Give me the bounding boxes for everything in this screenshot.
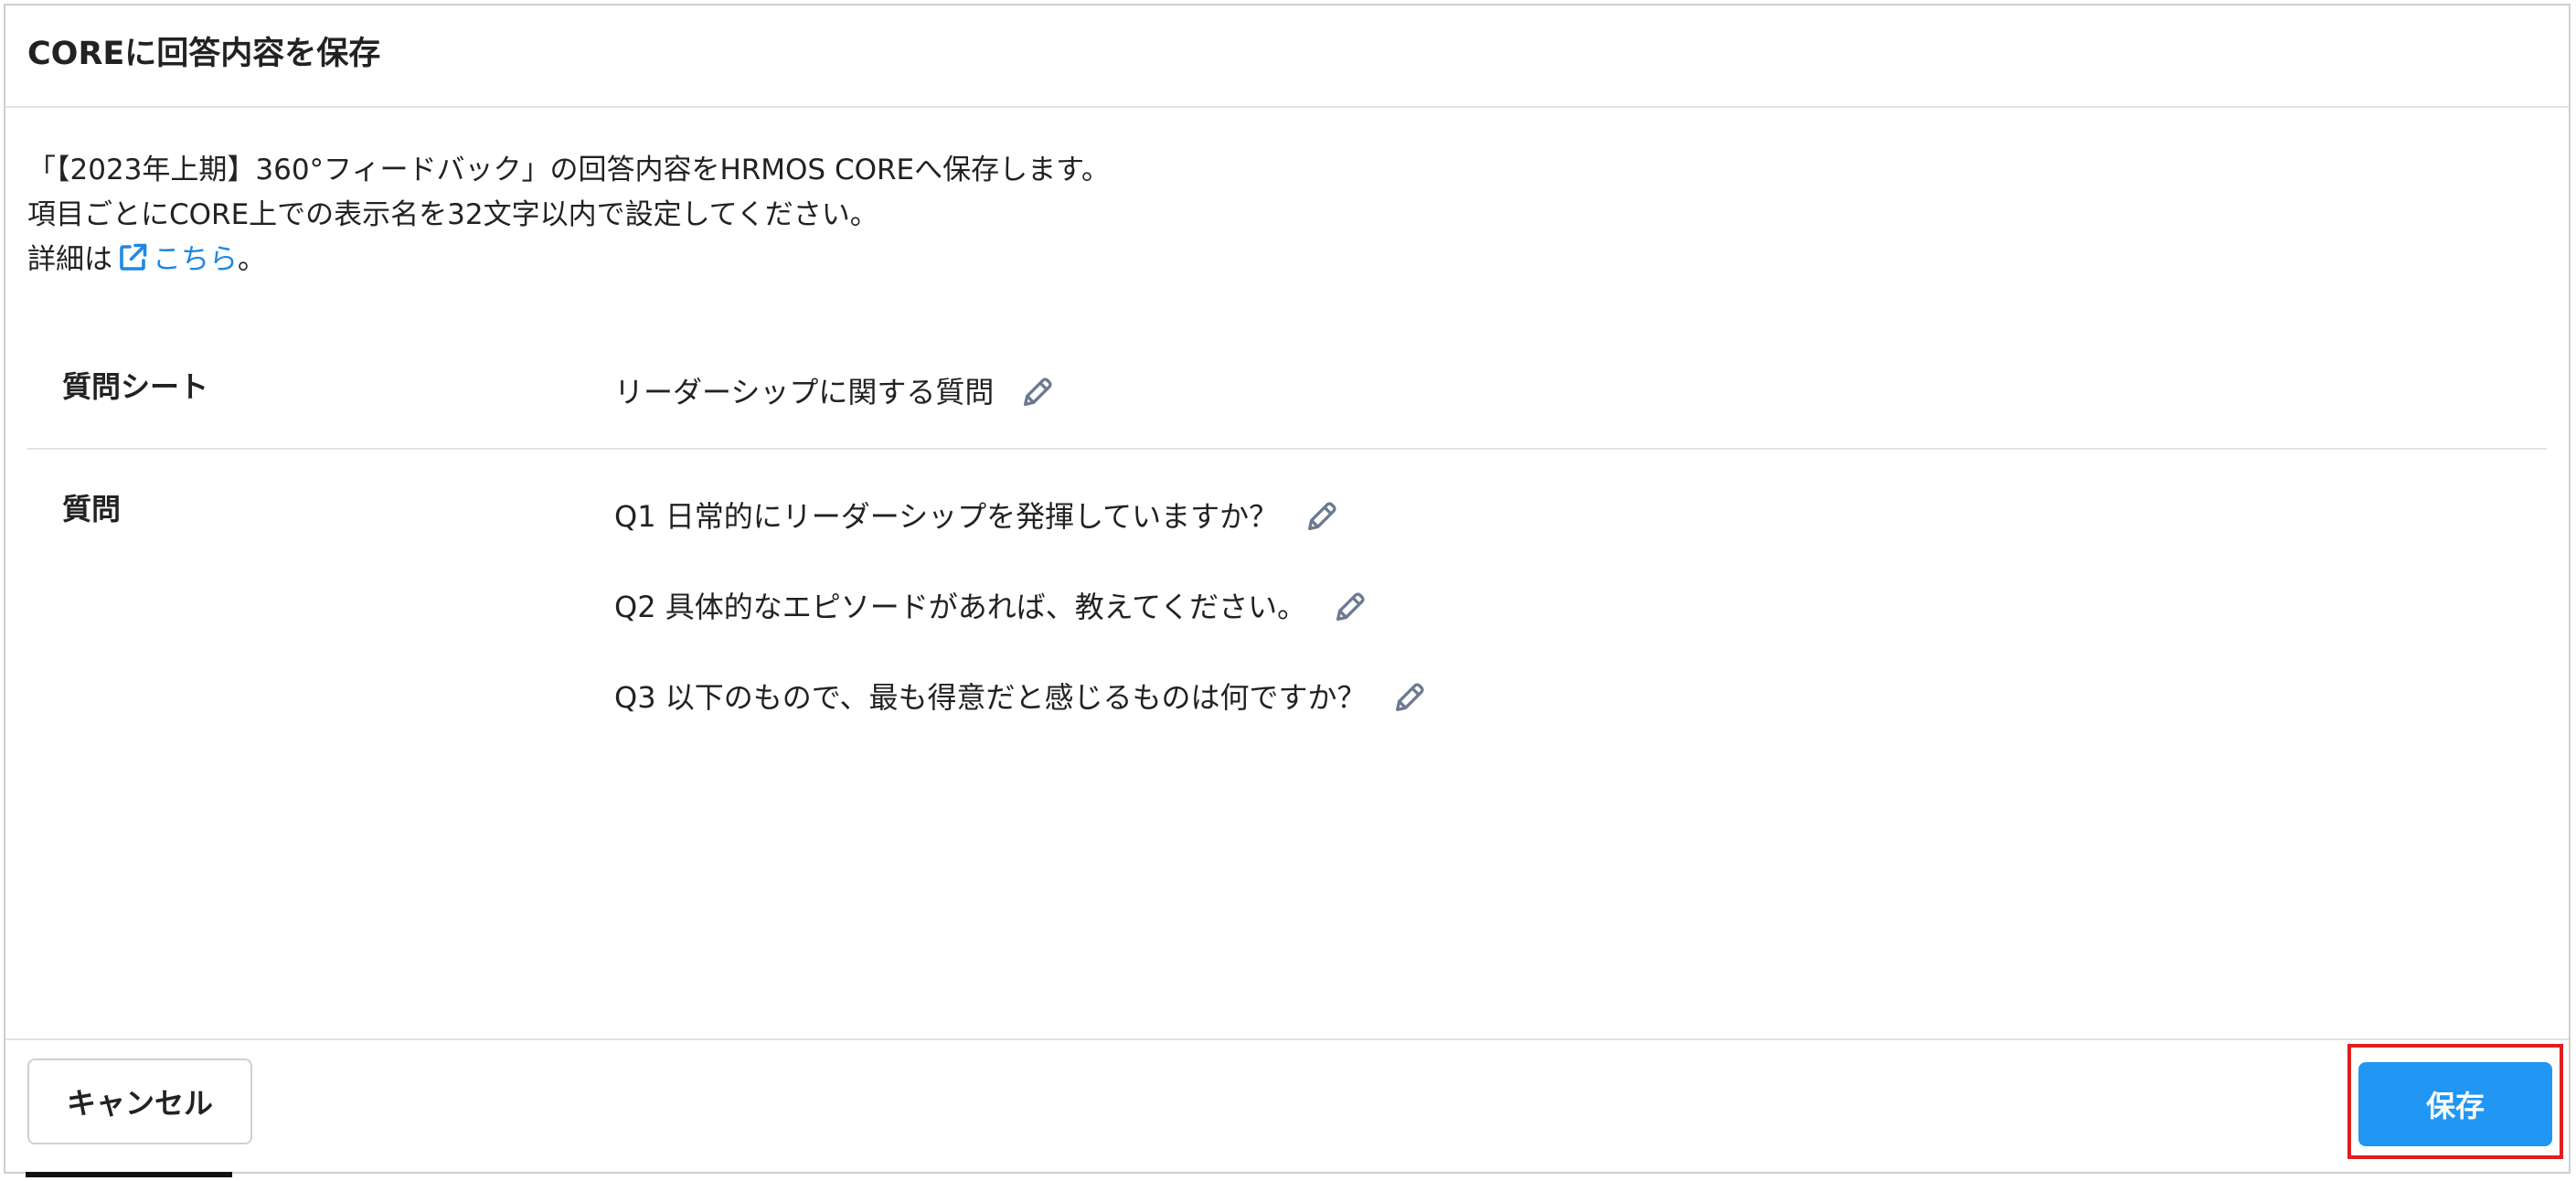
question-sheet-row: リーダーシップに関する質問	[614, 369, 1056, 413]
questions-label: 質問	[62, 492, 122, 527]
dialog-title: COREに回答内容を保存	[27, 36, 381, 72]
question-item: Q1 日常的にリーダーシップを発揮していますか？	[614, 494, 1340, 537]
save-button-highlight: 保存	[2347, 1044, 2563, 1159]
pencil-icon[interactable]	[1332, 589, 1368, 625]
question-item: Q2 具体的なエピソードがあれば、教えてください。	[614, 584, 1368, 628]
question-sheet-name: リーダーシップに関する質問	[614, 375, 995, 410]
dialog-footer: キャンセル 保存	[5, 1038, 2569, 1172]
intro-details-prefix: 詳細は	[27, 243, 112, 276]
question-item: Q3 以下のもので、最も得意だと感じるものは何ですか？	[614, 675, 1428, 718]
question-text: Q2 具体的なエピソードがあれば、教えてください。	[614, 590, 1307, 624]
intro-line-2: 項目ごとにCORE上での表示名を32文字以内で設定してください。	[27, 198, 878, 231]
intro-details-suffix: 。	[238, 243, 266, 276]
help-link-label[interactable]: こちら	[153, 243, 238, 276]
intro-line-3: 詳細は こちら。	[27, 238, 1110, 282]
external-link-icon	[120, 243, 147, 271]
pencil-icon[interactable]	[1304, 498, 1340, 535]
row-divider	[27, 448, 2547, 450]
help-link[interactable]: こちら	[112, 243, 238, 276]
dialog-header: COREに回答内容を保存	[5, 5, 2569, 108]
pencil-icon[interactable]	[1019, 374, 1056, 410]
intro-text: 「【2023年上期】360°フィードバック」の回答内容をHRMOS COREへ保…	[27, 148, 1110, 282]
question-text: Q1 日常的にリーダーシップを発揮していますか？	[614, 499, 1279, 534]
save-to-core-dialog: COREに回答内容を保存 「【2023年上期】360°フィードバック」の回答内容…	[4, 4, 2571, 1174]
question-sheet-label: 質問シート	[62, 369, 209, 404]
save-button[interactable]: 保存	[2358, 1062, 2552, 1146]
question-text: Q3 以下のもので、最も得意だと感じるものは何ですか？	[614, 680, 1367, 715]
cancel-button[interactable]: キャンセル	[27, 1059, 252, 1144]
bottom-accent-bar	[26, 1172, 232, 1177]
intro-line-1: 「【2023年上期】360°フィードバック」の回答内容をHRMOS COREへ保…	[27, 154, 1111, 186]
pencil-icon[interactable]	[1391, 679, 1428, 716]
